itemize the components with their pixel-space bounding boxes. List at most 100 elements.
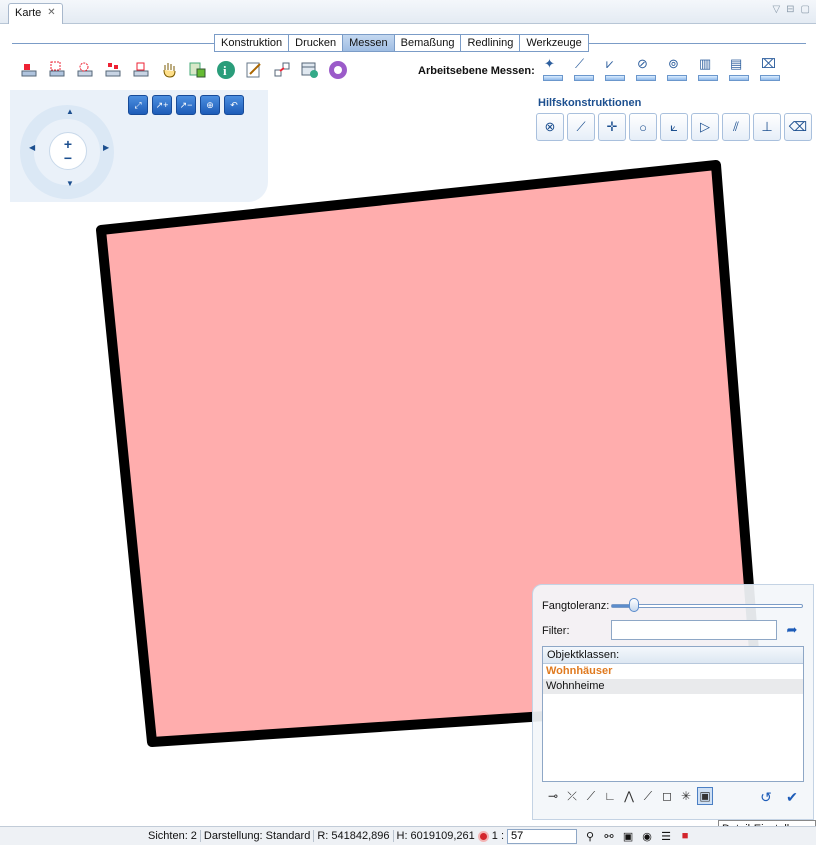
tab-messen[interactable]: Messen [343, 35, 395, 51]
undo-icon[interactable]: ↺ [756, 787, 776, 807]
scale-input[interactable] [507, 828, 578, 844]
tab-redlining[interactable]: Redlining [461, 35, 521, 51]
maximize-icon[interactable]: ▢ [801, 4, 810, 15]
status-sichten: Sichten: 2 [145, 830, 201, 842]
pan-left-icon[interactable]: ◀ [29, 143, 35, 152]
snap-endpoint-icon[interactable]: ⊸ [545, 787, 561, 805]
ribbon-tabs: Konstruktion Drucken Messen Bemaßung Red… [214, 34, 589, 52]
select-multi-icon[interactable] [102, 58, 126, 82]
search-icon[interactable]: ⚲ [583, 829, 597, 843]
tab-drucken[interactable]: Drucken [289, 35, 344, 51]
angle-line-icon[interactable]: ⟀ [660, 113, 688, 141]
objektklassen-list[interactable]: Objektklassen: Wohnhäuser Wohnheime [542, 646, 804, 782]
zoom-out-button[interactable]: − [64, 151, 72, 165]
construction-toolbar: ⊗ ⟋ ✛ ○ ⟀ ▷ ⫽ ⊥ ⌫ [536, 113, 812, 141]
zoom-out-icon[interactable]: ↗− [176, 95, 196, 115]
snap-square-icon[interactable]: ◻ [659, 787, 675, 805]
view-menu-icon[interactable]: ▽ [772, 4, 780, 15]
record-icon[interactable] [477, 830, 489, 842]
overview-icon[interactable]: ▣ [621, 829, 635, 843]
triangle-icon[interactable]: ▷ [691, 113, 719, 141]
measure-point-icon[interactable]: ✦ [540, 56, 566, 82]
stop-icon[interactable]: ■ [678, 829, 692, 843]
fangtoleranz-slider[interactable] [611, 604, 803, 608]
circle-icon[interactable]: ○ [629, 113, 657, 141]
snap-tangent-icon[interactable]: ⟋ [583, 787, 599, 805]
hilfskonstruktionen-label: Hilfskonstruktionen [538, 97, 642, 109]
network-icon[interactable] [326, 58, 350, 82]
object-info-icon[interactable] [186, 58, 210, 82]
tab-konstruktion[interactable]: Konstruktion [215, 35, 290, 51]
intersection-icon[interactable]: ⊗ [536, 113, 564, 141]
arbeitsebene-label: Arbeitsebene Messen: [418, 65, 535, 77]
minimize-icon[interactable]: ⊟ [786, 4, 794, 15]
zoom-in-button[interactable]: + [64, 137, 72, 151]
snap-intersection-icon[interactable]: ⤫ [564, 787, 580, 805]
list-icon[interactable]: ☰ [659, 829, 673, 843]
scale-prefix: 1 : [491, 830, 505, 842]
filter-label: Filter: [542, 625, 570, 637]
line-icon[interactable]: ⟋ [567, 113, 595, 141]
status-h-coordinate: H: 6019109,261 [396, 830, 475, 842]
measure-line-icon[interactable]: ⟋ [571, 56, 597, 82]
measure-object-icon[interactable]: ▤ [726, 56, 752, 82]
measure-polyline-icon[interactable]: ⩗ [602, 56, 628, 82]
snap-settings-panel: Fangtoleranz: Filter: ➦ Objektklassen: W… [532, 584, 814, 820]
status-icons: ⚲ ⚯ ▣ ◉ ☰ ■ [583, 829, 692, 843]
perpendicular-icon[interactable]: ⊥ [753, 113, 781, 141]
zoom-window-icon[interactable]: ⊕ [200, 95, 220, 115]
close-icon[interactable]: ✕ [47, 7, 55, 18]
list-item[interactable]: Wohnheime [543, 679, 803, 694]
zoom-in-icon[interactable]: ↗+ [152, 95, 172, 115]
zoom-control: + − [49, 132, 87, 170]
info-icon[interactable]: i [214, 58, 238, 82]
window-controls: ▽ ⊟ ▢ [772, 4, 810, 15]
clear-construction-icon[interactable]: ⌫ [784, 113, 812, 141]
tab-werkzeuge[interactable]: Werkzeuge [520, 35, 587, 51]
parallel-icon[interactable]: ⫽ [722, 113, 750, 141]
pan-hand-icon[interactable] [158, 58, 182, 82]
pan-down-icon[interactable]: ▼ [66, 179, 74, 188]
point-icon[interactable]: ✛ [598, 113, 626, 141]
status-darstellung: Darstellung: Standard [201, 830, 315, 842]
main-toolbar: i [18, 58, 350, 82]
list-item[interactable]: Wohnhäuser [543, 664, 803, 679]
layer-tree-icon[interactable]: ⚯ [602, 829, 616, 843]
status-r-coordinate: R: 541842,896 [314, 830, 394, 842]
zoom-buttons: ⤢ ↗+ ↗− ⊕ ↶ [128, 95, 244, 115]
map-tab[interactable]: Karte ✕ [8, 3, 63, 24]
measure-clear-icon[interactable]: ⌧ [757, 56, 783, 82]
measure-toolbar: ✦ ⟋ ⩗ ⊘ ⊚ ▥ ▤ ⌧ [540, 56, 783, 82]
apply-filter-icon[interactable]: ➦ [781, 620, 803, 640]
edit-document-icon[interactable] [242, 58, 266, 82]
filter-input[interactable] [611, 620, 777, 640]
layer-select-icon[interactable] [18, 58, 42, 82]
pan-up-icon[interactable]: ▲ [66, 107, 74, 116]
fangtoleranz-label: Fangtoleranz: [542, 600, 610, 612]
snap-toolbar: ⊸ ⤫ ⟋ ∟ ⋀ ⟋ ◻ ✳ ▣ [545, 787, 713, 805]
select-object-icon[interactable] [46, 58, 70, 82]
svg-text:i: i [223, 63, 227, 78]
select-area-icon[interactable] [74, 58, 98, 82]
snap-line-icon[interactable]: ⟋ [640, 787, 656, 805]
status-bar: Sichten: 2 Darstellung: Standard R: 5418… [0, 826, 816, 845]
confirm-icon[interactable]: ✔ [782, 787, 802, 807]
measure-building-icon[interactable]: ▥ [695, 56, 721, 82]
snap-detail-icon[interactable]: ▣ [697, 787, 713, 805]
snap-magic-icon[interactable]: ✳ [678, 787, 694, 805]
zoom-extent-icon[interactable]: ⤢ [128, 95, 148, 115]
pan-right-icon[interactable]: ▶ [103, 143, 109, 152]
export-icon[interactable] [270, 58, 294, 82]
window-header: Karte ✕ ▽ ⊟ ▢ [0, 0, 816, 24]
snap-perpendicular-icon[interactable]: ∟ [602, 787, 618, 805]
measure-circle-icon[interactable]: ⊘ [633, 56, 659, 82]
deselect-icon[interactable] [130, 58, 154, 82]
slider-thumb[interactable] [629, 598, 640, 612]
zoom-previous-icon[interactable]: ↶ [224, 95, 244, 115]
measure-ellipse-icon[interactable]: ⊚ [664, 56, 690, 82]
globe-icon[interactable]: ◉ [640, 829, 654, 843]
tab-bemassung[interactable]: Bemaßung [395, 35, 462, 51]
snap-vertex-icon[interactable]: ⋀ [621, 787, 637, 805]
table-icon[interactable] [298, 58, 322, 82]
objektklassen-header: Objektklassen: [543, 647, 803, 664]
